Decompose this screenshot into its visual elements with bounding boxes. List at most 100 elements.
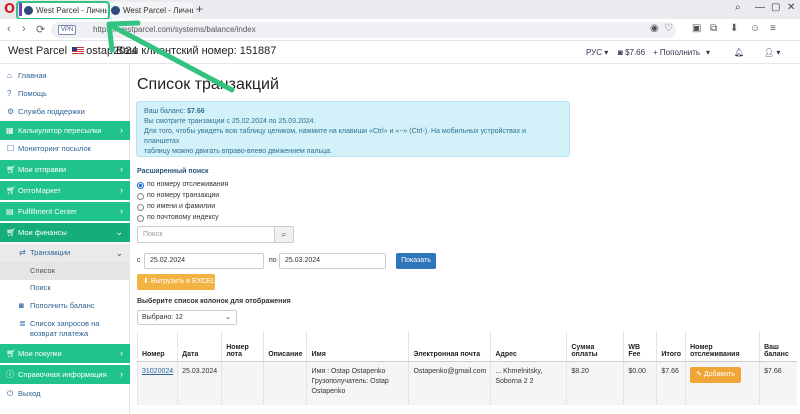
close-icon[interactable]: ✕: [787, 2, 795, 13]
sidebar-group-finances[interactable]: 🛒︎ Мои финансы ⌄: [0, 223, 130, 242]
maximize-icon[interactable]: ▢: [771, 2, 780, 13]
col-lot[interactable]: Номер лота: [221, 331, 264, 362]
balance-display[interactable]: ◙ $7.66: [618, 48, 645, 57]
col-total[interactable]: Итого: [656, 331, 686, 362]
search-button[interactable]: ⌕: [274, 226, 294, 243]
show-button[interactable]: Показать: [396, 253, 436, 269]
col-description[interactable]: Описание: [263, 331, 307, 362]
sidebar-item-monitoring[interactable]: ☐ Мониторинг посылок: [0, 144, 130, 153]
download-icon[interactable]: ⬇: [730, 23, 738, 34]
home-icon: ⌂: [7, 71, 12, 80]
dropdown-caret-icon[interactable]: ▾: [706, 48, 710, 57]
profile-icon[interactable]: ☺: [750, 23, 760, 34]
search-tabs-icon[interactable]: ⌕: [735, 2, 741, 13]
new-tab-icon[interactable]: +: [196, 3, 203, 15]
sidebar-subitem-list[interactable]: Список: [0, 262, 130, 280]
bookmark-icon[interactable]: ♡: [664, 23, 673, 34]
browser-tab[interactable]: West Parcel - Личный кабинет: [107, 2, 193, 19]
radio-name[interactable]: по имени и фамилии: [137, 203, 215, 211]
col-fee[interactable]: WB Fee: [623, 331, 657, 362]
cart-icon: 🛒︎: [6, 349, 17, 358]
topup-button[interactable]: + Пополнить: [653, 48, 700, 57]
export-excel-button[interactable]: ⬇ Выгрузить в EXCEL: [137, 274, 215, 290]
forward-icon[interactable]: ›: [22, 23, 26, 35]
chevron-right-icon: ›: [120, 348, 123, 358]
minimize-icon[interactable]: —: [755, 2, 765, 13]
user-menu-icon[interactable]: 👤︎ ▾: [764, 48, 780, 57]
cell-lot: [221, 361, 264, 405]
radio-zip[interactable]: по почтовому индексу: [137, 214, 219, 222]
cell-total: $7.66: [656, 361, 686, 405]
tab-highlight-annotation: [16, 1, 110, 20]
sidebar-group-reference[interactable]: ⓘ Справочная информация ›: [0, 365, 130, 384]
col-address[interactable]: Адрес: [490, 331, 567, 362]
reload-icon[interactable]: ⟳: [36, 23, 45, 36]
sidebar-item-label: Транзакции: [30, 248, 71, 257]
wallet-icon[interactable]: ⧉: [710, 23, 717, 34]
chevron-right-icon: ›: [120, 206, 123, 216]
sidebar-item-logout[interactable]: ⏻ Выход: [0, 389, 130, 398]
chevron-down-icon: ⌄: [225, 314, 231, 321]
info-icon: ⓘ: [6, 370, 14, 379]
sidebar-group-optomarket[interactable]: 🛒︎ ОптоМаркет ›: [0, 181, 130, 200]
sidebar-group-purchases[interactable]: 🛒︎ Мои покупки ›: [0, 344, 130, 363]
language-select[interactable]: РУС ▾: [586, 48, 608, 57]
main-content: Список транзакций Ваш баланс: $7.66 Вы с…: [130, 64, 800, 414]
hint-line-2: таблицу можно двигать вправо-влево движе…: [144, 148, 332, 155]
address-bar: ‹ › ⟳ https://westparcel.com/systems/bal…: [0, 19, 800, 41]
sidebar-subitem-label: Поиск: [30, 283, 51, 292]
sidebar-group-shipments[interactable]: 🛒︎ Мои отправки ›: [0, 160, 130, 179]
col-balance[interactable]: Ваш баланс: [759, 331, 797, 362]
col-date[interactable]: Дата: [177, 331, 222, 362]
sidebar-subitem-topup[interactable]: ◙ Пополнить баланс: [0, 301, 130, 310]
col-email[interactable]: Электронная почта: [408, 331, 491, 362]
sidebar-item-help[interactable]: ? Помощь: [0, 89, 130, 98]
chevron-right-icon: ›: [120, 125, 123, 135]
cell-fee: $0.00: [623, 361, 657, 405]
sidebar-group-fulfillment[interactable]: ▤ Fulfillment Center ›: [0, 202, 130, 221]
col-number[interactable]: Номер: [136, 331, 178, 362]
bell-icon[interactable]: 🔔︎: [734, 48, 744, 57]
sidebar-item-transactions[interactable]: ⇄ Транзакции ⌄: [0, 244, 130, 262]
camera-icon[interactable]: ◉: [650, 23, 659, 34]
sidebar-group-label: ОптоМаркет: [18, 186, 61, 195]
info-alert: Ваш баланс: $7.66 Вы смотрите транзакции…: [136, 101, 570, 157]
chevron-right-icon: ›: [120, 164, 123, 174]
search-input[interactable]: Поиск: [137, 226, 275, 243]
date-to-input[interactable]: 25.03.2024: [279, 253, 386, 269]
brand-name: West Parcel: [8, 45, 68, 57]
radio-transaction[interactable]: по номеру транзакции: [137, 192, 219, 200]
columns-select[interactable]: Выбрано: 12 ⌄: [137, 310, 237, 325]
menu-icon[interactable]: ≡: [770, 23, 776, 34]
period-line: Вы смотрите транзакции с 25.02.2024 по 2…: [144, 118, 316, 125]
sidebar-group-label: Мои отправки: [18, 165, 67, 174]
add-tracking-button[interactable]: ✎ Добавить: [690, 366, 741, 383]
date-from-input[interactable]: 25.02.2024: [144, 253, 264, 269]
radio-tracking[interactable]: по номеру отслеживания: [137, 181, 229, 189]
vpn-badge[interactable]: VPN: [58, 25, 77, 35]
url-field[interactable]: https://westparcel.com/systems/balance/i…: [51, 22, 676, 38]
sidebar-item-support[interactable]: ⚙ Служба поддержки: [0, 107, 130, 116]
sidebar-subitem-refunds[interactable]: ≣ Список запросов на возврат платежа: [0, 319, 130, 339]
sidebar-item-home[interactable]: ⌂ Главная: [0, 71, 130, 80]
extensions-icon[interactable]: ▣: [692, 23, 701, 34]
col-payment[interactable]: Сумма оплаты: [566, 331, 624, 362]
transaction-link[interactable]: 31020024: [142, 368, 173, 375]
col-name[interactable]: Имя: [306, 331, 409, 362]
back-icon[interactable]: ‹: [7, 23, 11, 35]
client-number: Ваш клиентский номер: 151887: [116, 45, 277, 57]
help-icon: ?: [7, 89, 12, 98]
sidebar-subitem-label: Список запросов на возврат платежа: [30, 319, 100, 338]
radio-label: по номеру отслеживания: [147, 181, 229, 188]
cell-balance: $7.66: [759, 361, 797, 405]
col-tracking[interactable]: Номер отслеживания: [685, 331, 760, 362]
sidebar-subitem-search[interactable]: Поиск: [0, 283, 130, 292]
balance-amount: $7.66: [187, 108, 205, 115]
sidebar-item-label: Мониторинг посылок: [18, 144, 91, 153]
us-flag-icon: [72, 47, 85, 55]
sidebar-group-calculator[interactable]: ▦ Калькулятор пересылки ›: [0, 121, 130, 140]
list-icon: ≣: [19, 319, 26, 328]
sidebar-item-label: Выход: [18, 389, 41, 398]
sidebar-item-label: Помощь: [18, 89, 47, 98]
opera-logo-icon[interactable]: O: [4, 3, 16, 16]
